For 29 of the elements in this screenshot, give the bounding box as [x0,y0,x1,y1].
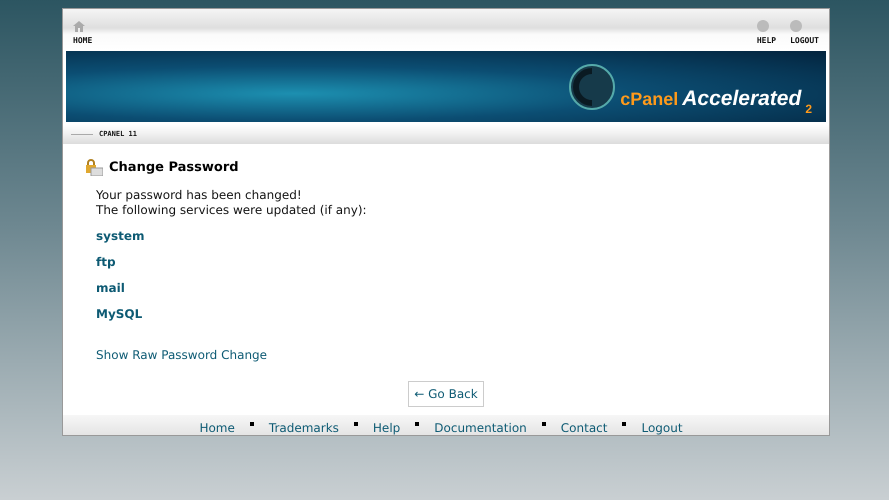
service-name: ftp [96,255,117,270]
separator-icon [250,422,254,426]
separator-icon [542,422,546,426]
service-name: MySQL [96,307,144,322]
logo-brand: cPanel [620,89,678,110]
footer-link[interactable]: Help [372,421,400,435]
separator-icon [622,422,626,426]
status-message: The following services were updated (if any): [96,203,368,218]
separator-icon [354,422,358,426]
status-message: Your password has been changed! [96,188,303,203]
logo-version: 2 [805,102,812,116]
service-name: mail [96,281,126,296]
top-nav-link[interactable]: HELP [756,9,776,51]
raw-change-link[interactable]: Show Raw Password Change [96,348,268,362]
footer-link[interactable]: Home [199,421,235,435]
top-nav-link[interactable]: LOGOUT [790,9,819,51]
footer-link[interactable]: Contact [560,421,608,435]
page-title: Change Password [109,160,239,174]
footer-link[interactable]: Trademarks [268,421,339,435]
go-back-button[interactable]: ← Go Back [408,381,484,407]
footer-link[interactable]: Logout [641,421,683,435]
home-icon [73,21,85,32]
logo-icon [568,62,616,110]
separator-icon [415,422,420,426]
footer-link[interactable]: Documentation [434,421,527,435]
lock-icon [85,158,103,176]
home-link[interactable]: HOME [73,9,92,51]
service-name: system [96,229,146,244]
logo-product: Accelerated [682,87,802,111]
